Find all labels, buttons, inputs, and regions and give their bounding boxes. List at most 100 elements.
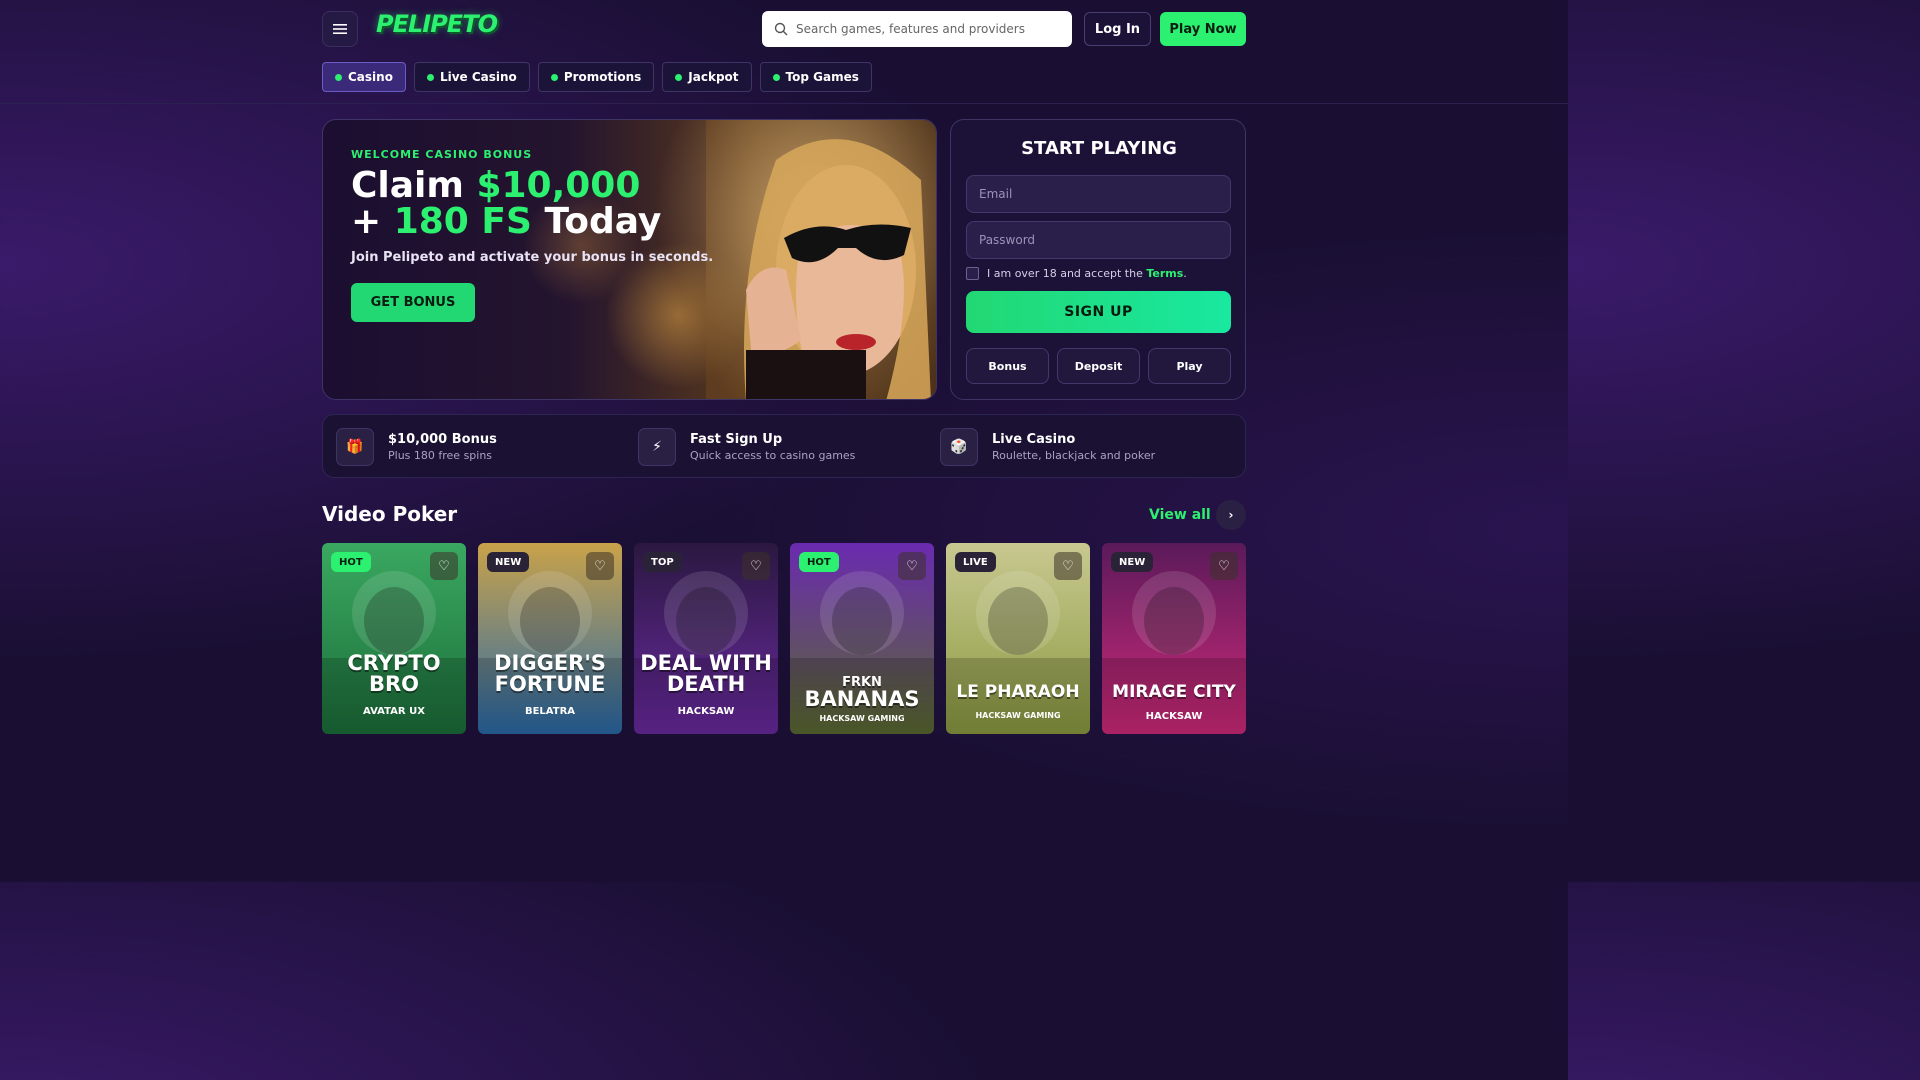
features-bar: 🎁 $10,000 Bonus Plus 180 free spins ⚡ Fas… bbox=[322, 414, 1246, 478]
game-card[interactable]: HOT ♡ FRKN BANANAS HACKSAW GAMING bbox=[790, 543, 934, 734]
tab-casino[interactable]: Casino bbox=[322, 62, 406, 92]
category-tabs: Casino Live Casino Promotions Jackpot To… bbox=[322, 62, 872, 92]
hero-banner: WELCOME CASINO BONUS Claim $10,000 + 180… bbox=[322, 119, 937, 400]
quick-play-button[interactable]: Play bbox=[1148, 348, 1231, 384]
tab-label: Casino bbox=[348, 70, 393, 84]
feature-live-casino: 🎲 Live Casino Roulette, blackjack and pok… bbox=[940, 428, 1155, 466]
feature-fast-signup: ⚡ Fast Sign Up Quick access to casino gam… bbox=[638, 428, 855, 466]
feature-title: $10,000 Bonus bbox=[388, 432, 497, 447]
game-card[interactable]: LIVE ♡ LE PHARAOH HACKSAW GAMING bbox=[946, 543, 1090, 734]
quick-bonus-button[interactable]: Bonus bbox=[966, 348, 1049, 384]
hero-title-suffix: Today bbox=[531, 201, 662, 242]
feature-subtitle: Quick access to casino games bbox=[690, 449, 856, 462]
play-now-button[interactable]: Play Now bbox=[1160, 12, 1246, 46]
heart-icon[interactable]: ♡ bbox=[742, 552, 770, 580]
game-title: MIRAGE CITY bbox=[1102, 684, 1246, 701]
status-badge: TOP bbox=[643, 552, 682, 572]
game-provider: HACKSAW bbox=[677, 706, 735, 717]
status-badge: LIVE bbox=[955, 552, 996, 572]
game-title-line: CRYPTO bbox=[347, 651, 441, 675]
heart-icon[interactable]: ♡ bbox=[1210, 552, 1238, 580]
dice-icon: 🎲 bbox=[940, 428, 978, 466]
site-header: PELIPETO Log In Play Now Casino Live Cas… bbox=[0, 0, 1568, 104]
site-logo[interactable]: PELIPETO bbox=[376, 10, 498, 38]
game-title: CRYPTO BRO bbox=[322, 653, 466, 695]
tab-jackpot[interactable]: Jackpot bbox=[662, 62, 752, 92]
feature-title: Live Casino bbox=[992, 432, 1076, 447]
game-card[interactable]: NEW ♡ MIRAGE CITY HACKSAW bbox=[1102, 543, 1246, 734]
game-title: DEAL WITH DEATH bbox=[634, 653, 778, 695]
hamburger-menu-button[interactable] bbox=[322, 11, 358, 47]
tab-top-games[interactable]: Top Games bbox=[759, 62, 872, 92]
signup-button[interactable]: SIGN UP bbox=[966, 291, 1231, 333]
heart-icon[interactable]: ♡ bbox=[898, 552, 926, 580]
password-field[interactable] bbox=[979, 233, 1230, 247]
game-provider: HACKSAW GAMING bbox=[975, 711, 1061, 720]
status-dot bbox=[426, 73, 434, 81]
signup-panel: START PLAYING I am over 18 and accept th… bbox=[950, 119, 1246, 400]
game-title: LE PHARAOH bbox=[946, 684, 1090, 701]
heart-icon[interactable]: ♡ bbox=[430, 552, 458, 580]
game-title: FRKN BANANAS bbox=[790, 676, 934, 710]
game-provider: HACKSAW bbox=[1145, 711, 1203, 722]
status-dot bbox=[772, 73, 780, 81]
game-provider: BELATRA bbox=[524, 706, 576, 717]
feature-title: Fast Sign Up bbox=[690, 432, 783, 447]
game-provider: HACKSAW GAMING bbox=[819, 714, 905, 723]
game-title-line: DIGGER'S bbox=[494, 651, 606, 675]
hero-title-fs: 180 FS bbox=[393, 201, 532, 242]
menu-icon bbox=[333, 24, 347, 34]
get-bonus-button[interactable]: GET BONUS bbox=[351, 283, 475, 322]
game-title-line: BRO bbox=[368, 672, 420, 696]
game-title-line: MIRAGE CITY bbox=[1112, 682, 1236, 702]
password-field-wrapper[interactable] bbox=[966, 221, 1231, 259]
status-badge: NEW bbox=[1111, 552, 1154, 572]
game-card[interactable]: TOP ♡ DEAL WITH DEATH HACKSAW bbox=[634, 543, 778, 734]
feature-subtitle: Plus 180 free spins bbox=[388, 449, 493, 462]
heart-icon[interactable]: ♡ bbox=[586, 552, 614, 580]
heart-icon[interactable]: ♡ bbox=[1054, 552, 1082, 580]
search-bar[interactable] bbox=[762, 11, 1072, 47]
search-input[interactable] bbox=[796, 22, 1056, 36]
status-badge: HOT bbox=[799, 552, 839, 572]
tab-label: Top Games bbox=[785, 70, 859, 84]
feature-bonus: 🎁 $10,000 Bonus Plus 180 free spins bbox=[336, 428, 497, 466]
search-icon bbox=[774, 22, 788, 36]
tab-label: Live Casino bbox=[439, 70, 517, 84]
status-badge: HOT bbox=[331, 552, 371, 572]
email-field-wrapper[interactable] bbox=[966, 175, 1231, 213]
tab-promotions[interactable]: Promotions bbox=[537, 62, 655, 92]
hero-title-amount: $10,000 bbox=[476, 165, 641, 206]
gift-icon: 🎁 bbox=[336, 428, 374, 466]
view-all-link[interactable]: View all bbox=[1149, 507, 1211, 523]
hero-title-plus: + bbox=[351, 201, 394, 242]
status-dot bbox=[335, 73, 342, 81]
hero-subtitle: Join Pelipeto and activate your bonus in… bbox=[351, 250, 714, 265]
game-title: DIGGER'S FORTUNE bbox=[478, 653, 622, 695]
signup-title: START PLAYING bbox=[1021, 138, 1177, 159]
game-provider: AVATAR UX bbox=[363, 706, 425, 717]
game-card[interactable]: NEW ♡ DIGGER'S FORTUNE BELATRA bbox=[478, 543, 622, 734]
terms-row: I am over 18 and accept the Terms. bbox=[966, 267, 1187, 280]
hero-title: Claim $10,000 + 180 FS Today bbox=[351, 168, 661, 240]
game-title-line: LE PHARAOH bbox=[956, 682, 1080, 702]
status-dot bbox=[550, 73, 558, 81]
chevron-right-icon[interactable]: › bbox=[1216, 500, 1246, 530]
tab-label: Promotions bbox=[563, 70, 642, 84]
section-title: Video Poker bbox=[322, 502, 458, 526]
hero-woman-image bbox=[706, 120, 936, 399]
terms-text: I am over 18 and accept the Terms. bbox=[987, 267, 1187, 280]
status-badge: NEW bbox=[487, 552, 530, 572]
terms-link[interactable]: Terms bbox=[1146, 267, 1183, 280]
game-card[interactable]: HOT ♡ CRYPTO BRO AVATAR UX bbox=[322, 543, 466, 734]
login-button[interactable]: Log In bbox=[1084, 12, 1151, 46]
hero-eyebrow: WELCOME CASINO BONUS bbox=[351, 148, 533, 161]
feature-subtitle: Roulette, blackjack and poker bbox=[992, 449, 1156, 462]
tab-label: Jackpot bbox=[688, 70, 739, 84]
lightning-icon: ⚡ bbox=[638, 428, 676, 466]
game-title-line: DEATH bbox=[666, 672, 746, 696]
quick-deposit-button[interactable]: Deposit bbox=[1057, 348, 1140, 384]
email-field[interactable] bbox=[979, 187, 1230, 201]
age-terms-checkbox[interactable] bbox=[966, 267, 979, 280]
tab-live-casino[interactable]: Live Casino bbox=[413, 62, 530, 92]
